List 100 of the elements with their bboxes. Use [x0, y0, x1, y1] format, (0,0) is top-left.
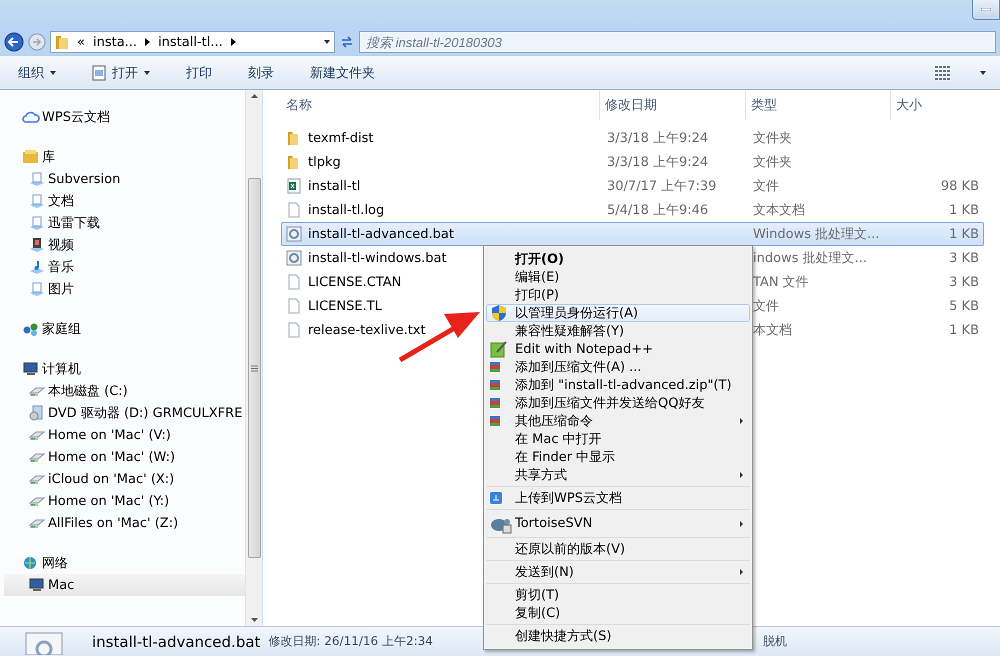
- caret-icon: [50, 70, 56, 74]
- sidebar-item[interactable]: Home on 'Mac' (V:): [4, 424, 245, 446]
- sidebar-item[interactable]: 图片: [4, 278, 245, 300]
- size-cell: 98 KB: [940, 178, 979, 194]
- sidebar-item[interactable]: AllFiles on 'Mac' (Z:): [4, 512, 245, 534]
- sidebar-item[interactable]: Home on 'Mac' (Y:): [4, 490, 245, 512]
- sidebar-item[interactable]: 库: [4, 146, 245, 168]
- forward-icon[interactable]: [28, 33, 46, 51]
- menu-item[interactable]: 上传到WPS云文档: [486, 489, 750, 507]
- menu-item[interactable]: 还原以前的版本(V): [486, 540, 750, 558]
- menu-item[interactable]: Edit with Notepad++: [486, 340, 750, 358]
- size-cell: 3 KB: [949, 274, 979, 290]
- file-name: install-tl.log: [308, 202, 384, 218]
- submenu-arrow-icon: [740, 472, 743, 478]
- menu-item[interactable]: 添加到 "install-tl-advanced.zip"(T): [486, 376, 750, 394]
- scroll-up-icon[interactable]: [250, 94, 258, 98]
- menu-item[interactable]: 共享方式: [486, 466, 750, 484]
- caret-icon: [144, 70, 150, 74]
- type-cell: Windows 批处理文...: [753, 227, 880, 242]
- file-name: tlpkg: [308, 154, 341, 170]
- view-options-icon[interactable]: [934, 64, 952, 80]
- column-header[interactable]: 类型: [745, 90, 890, 120]
- submenu-arrow-icon: [740, 569, 743, 575]
- back-icon[interactable]: [4, 32, 24, 52]
- scroll-down-icon[interactable]: [250, 618, 258, 622]
- menu-item[interactable]: 打印(P): [486, 286, 750, 304]
- overflow-chevron[interactable]: «: [77, 34, 85, 50]
- document-icon: [28, 193, 46, 209]
- toolbar-button[interactable]: 打印: [182, 62, 216, 84]
- menu-item[interactable]: 编辑(E): [486, 268, 750, 286]
- file-name: install-tl-advanced.bat: [92, 632, 260, 650]
- menu-item[interactable]: 添加到压缩文件并发送给QQ好友: [486, 394, 750, 412]
- spreadsheet-icon: [286, 178, 302, 194]
- sidebar-item[interactable]: 网络: [4, 552, 245, 574]
- type-cell: TAN 文件: [753, 275, 809, 290]
- menu-item[interactable]: 以管理员身份运行(A): [486, 304, 750, 322]
- menu-item[interactable]: 打开(O): [486, 250, 750, 268]
- scrollbar[interactable]: [245, 90, 262, 626]
- menu-item[interactable]: 在 Finder 中显示: [486, 448, 750, 466]
- search-field[interactable]: 搜索 install-tl-20180303: [359, 31, 996, 53]
- sidebar-item[interactable]: 迅雷下载: [4, 212, 245, 234]
- sidebar-item[interactable]: 计算机: [4, 358, 245, 380]
- column-header[interactable]: 名称: [281, 90, 599, 120]
- chevron-right-icon[interactable]: [145, 38, 150, 46]
- size-cell: 5 KB: [949, 298, 979, 314]
- document-icon: [286, 274, 302, 290]
- menu-item[interactable]: 其他压缩命令: [486, 412, 750, 430]
- menu-item[interactable]: 在 Mac 中打开: [486, 430, 750, 448]
- gear-file-icon: [286, 250, 302, 266]
- column-header[interactable]: 修改日期: [599, 90, 745, 120]
- chevron-right-icon[interactable]: [230, 38, 236, 46]
- address-bar[interactable]: « insta... install-tl...: [50, 31, 335, 53]
- sidebar-item[interactable]: Mac: [4, 574, 245, 596]
- monitor-icon: [22, 361, 40, 377]
- minimize-button[interactable]: [972, 0, 1000, 20]
- file-name: install-tl: [308, 178, 360, 194]
- cloud-upload-icon: [490, 492, 502, 504]
- folder-icon: [55, 34, 69, 50]
- menu-item[interactable]: TortoiseSVN: [486, 512, 750, 535]
- menu-item[interactable]: 剪切(T): [486, 586, 750, 604]
- sidebar-item[interactable]: 文档: [4, 190, 245, 212]
- size-cell: 3 KB: [949, 250, 979, 266]
- music-note-icon: [28, 259, 46, 275]
- breadcrumb[interactable]: insta...: [92, 34, 138, 50]
- breadcrumb[interactable]: install-tl...: [158, 34, 223, 50]
- sidebar-item[interactable]: 本地磁盘 (C:): [4, 380, 245, 402]
- sidebar-item[interactable]: Home on 'Mac' (W:): [4, 446, 245, 468]
- column-header[interactable]: 大小: [890, 90, 982, 120]
- sidebar-item[interactable]: 音乐: [4, 256, 245, 278]
- modified-date: 修改日期: 26/11/16 上午2:34: [268, 633, 433, 650]
- scroll-thumb[interactable]: [248, 178, 260, 558]
- toolbar-button[interactable]: 组织: [14, 62, 60, 84]
- submenu-arrow-icon: [740, 520, 743, 526]
- type-cell: 本文档: [753, 323, 792, 338]
- menu-item[interactable]: 创建快捷方式(S): [486, 627, 750, 645]
- menu-item[interactable]: 添加到压缩文件(A) ...: [486, 358, 750, 376]
- toolbar-button[interactable]: 刻录: [244, 62, 278, 84]
- sidebar-item[interactable]: DVD 驱动器 (D:) GRMCULXFRE: [4, 402, 245, 424]
- grip-icon: [250, 364, 258, 372]
- sidebar-item[interactable]: WPS云文档: [4, 106, 245, 128]
- caret-icon: [980, 70, 986, 74]
- date-cell: 3/3/18 上午9:24: [607, 131, 708, 146]
- file-name: install-tl-windows.bat: [308, 250, 447, 266]
- sidebar-item[interactable]: 视频: [4, 234, 245, 256]
- file-name: texmf-dist: [308, 130, 374, 146]
- sidebar-item[interactable]: Subversion: [4, 168, 245, 190]
- toolbar-button[interactable]: 打开: [88, 62, 154, 84]
- menu-item[interactable]: 发送到(N): [486, 563, 750, 581]
- minimize-icon: [981, 8, 991, 11]
- type-cell: 文件: [753, 179, 779, 194]
- file-name: install-tl-advanced.bat: [308, 226, 454, 242]
- menu-item[interactable]: 兼容性疑难解答(Y): [486, 322, 750, 340]
- selected-row[interactable]: install-tl-advanced.bat Windows 批处理文... 1 KB: [281, 222, 984, 246]
- toolbar-button[interactable]: 新建文件夹: [306, 62, 379, 84]
- sidebar-item[interactable]: 家庭组: [4, 318, 245, 340]
- sidebar-item[interactable]: iCloud on 'Mac' (X:): [4, 468, 245, 490]
- offline-status: 脱机: [762, 633, 787, 650]
- refresh-icon[interactable]: [339, 34, 355, 50]
- archive-icon: [490, 398, 500, 408]
- menu-item[interactable]: 复制(C): [486, 604, 750, 622]
